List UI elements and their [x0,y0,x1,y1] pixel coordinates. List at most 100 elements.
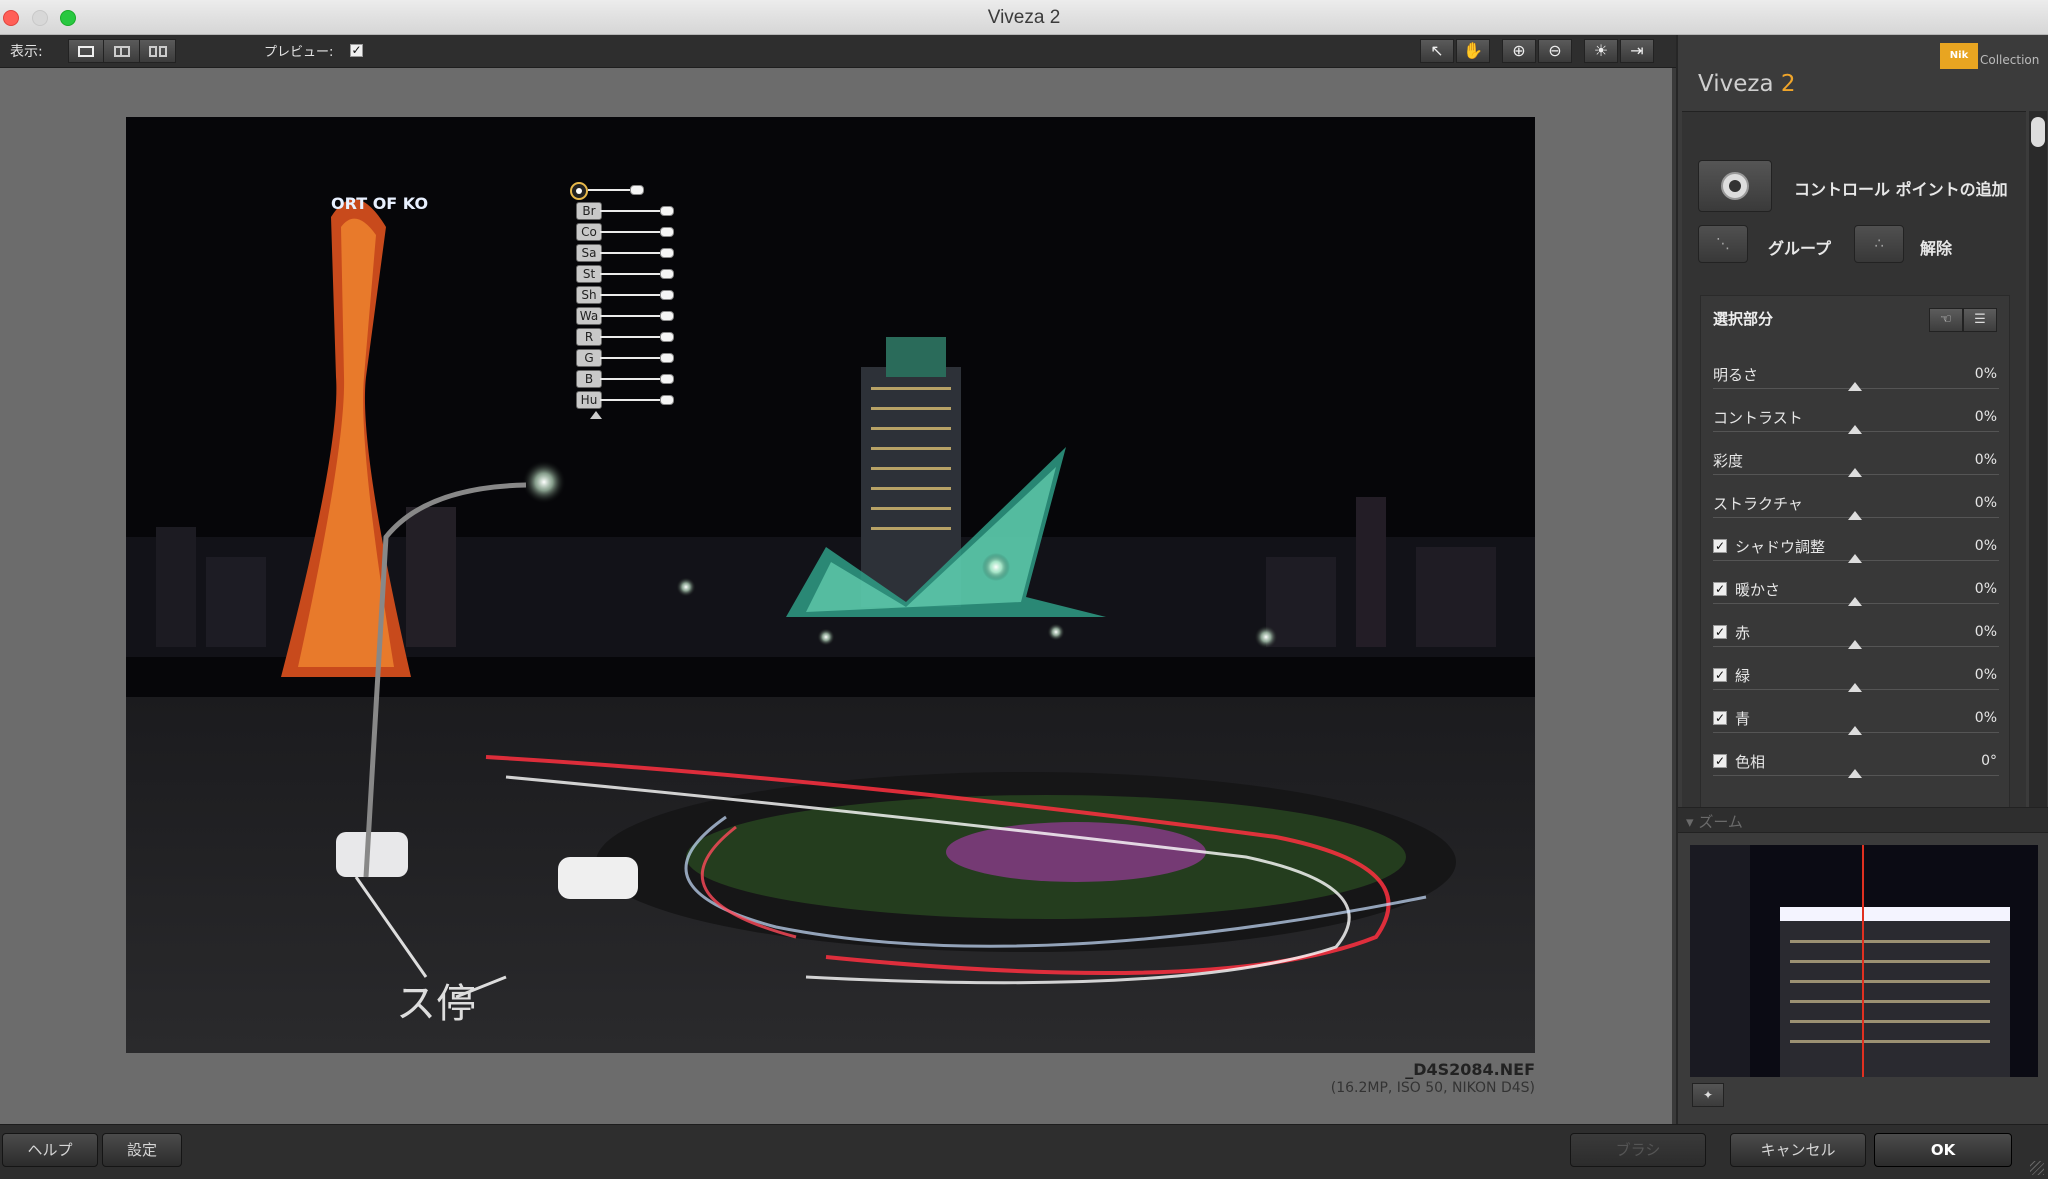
panel-scrollbar[interactable] [2029,111,2047,809]
side-by-side-view-button[interactable] [140,39,176,63]
adjust-slider-thumb[interactable] [1848,683,1862,692]
export-button[interactable]: ⇥ [1620,39,1654,63]
adjust-checkbox[interactable]: ✓ [1713,711,1727,725]
right-panel: Nik Collection Viveza 2 コントロール ポイントの追加 ⋱… [1676,35,2048,1124]
side-by-side-view-icon [148,45,167,57]
pointer-select-button[interactable]: ☜ [1929,308,1963,332]
adjust-slider-thumb[interactable] [1848,382,1862,391]
cp-slider-co[interactable]: Co [570,223,690,241]
adjust-slider-thumb[interactable] [1848,511,1862,520]
view-mode-group [68,39,176,63]
add-control-point-label: コントロール ポイントの追加 [1794,180,2008,199]
cp-slider-wa[interactable]: Wa [570,307,690,325]
cancel-button[interactable]: キャンセル [1730,1133,1866,1167]
adjust-blue: ✓ 青 0% [1713,704,1999,747]
plugin-version: 2 [1780,71,1796,97]
split-view-button[interactable] [104,39,140,63]
cp-slider-g[interactable]: G [570,349,690,367]
ok-button[interactable]: OK [1874,1133,2012,1167]
single-view-button[interactable] [68,39,104,63]
cp-slider-sa[interactable]: Sa [570,244,690,262]
adjust-checkbox[interactable]: ✓ [1713,539,1727,553]
preview-checkbox[interactable]: ✓ [350,44,363,57]
add-control-point-button[interactable] [1698,160,1772,212]
expand-arrow-icon[interactable] [590,411,602,419]
cp-line [600,273,664,275]
cp-knob[interactable] [660,311,674,321]
control-point-size-handle[interactable] [630,185,644,195]
adjust-slider-thumb[interactable] [1848,726,1862,735]
zoom-preview[interactable] [1690,845,2038,1077]
adjust-red: ✓ 赤 0% [1713,618,1999,661]
adjust-checkbox[interactable]: ✓ [1713,582,1727,596]
cp-slider-r[interactable]: R [570,328,690,346]
group-button[interactable]: ⋱ [1698,225,1748,263]
cp-label: Sa [576,244,602,262]
adjust-slider-thumb[interactable] [1848,554,1862,563]
adjust-slider-thumb[interactable] [1848,640,1862,649]
background-button[interactable]: ☀ [1584,39,1618,63]
svg-text:ス停: ス停 [396,981,476,1027]
cp-knob[interactable] [660,374,674,384]
pin-zoom-button[interactable]: ✦ [1692,1083,1724,1107]
cp-knob[interactable] [660,353,674,363]
brush-button[interactable]: ブラシ [1570,1133,1706,1167]
night-cityscape-image: ORT OF KO ス停 [126,117,1535,1053]
selection-tools: ☜ ☰ [1929,308,1997,332]
adjust-value: 0% [1974,452,1997,468]
window-title: Viveza 2 [987,7,1061,28]
help-button[interactable]: ヘルプ [2,1133,98,1167]
group-icon: ⋱ [1716,236,1730,252]
zoom-in-button[interactable]: ⊕ [1502,39,1536,63]
adjust-label: シャドウ調整 [1735,538,1826,556]
cp-knob[interactable] [660,227,674,237]
resize-grip-icon[interactable] [2030,1161,2044,1175]
cp-label: R [576,328,602,346]
ungroup-button[interactable]: ∴ [1854,225,1904,263]
adjust-contrast: コントラスト 0% [1713,403,1999,446]
adjust-slider-thumb[interactable] [1848,425,1862,434]
adjust-slider-thumb[interactable] [1848,769,1862,778]
cp-slider-sh[interactable]: Sh [570,286,690,304]
zoom-out-button[interactable]: ⊖ [1538,39,1572,63]
adjust-value: 0% [1974,538,1997,554]
photo-preview[interactable]: ORT OF KO ス停 Br Co Sa St Sh Wa R G B Hu [126,117,1535,1053]
hand-tool-button[interactable]: ✋ [1456,39,1490,63]
adjust-slider-thumb[interactable] [1848,597,1862,606]
zoom-out-icon: ⊖ [1548,41,1562,60]
adjust-checkbox[interactable]: ✓ [1713,625,1727,639]
file-meta: (16.2MP, ISO 50, NIKON D4S) [1330,1080,1535,1096]
list-select-button[interactable]: ☰ [1963,308,1997,332]
cp-knob[interactable] [660,269,674,279]
cp-slider-st[interactable]: St [570,265,690,283]
cp-knob[interactable] [660,395,674,405]
adjust-checkbox[interactable]: ✓ [1713,754,1727,768]
cp-knob[interactable] [660,248,674,258]
cp-knob[interactable] [660,206,674,216]
plugin-title: Viveza 2 [1698,71,1796,97]
adjust-label: 色相 [1735,753,1766,771]
zoom-label-text: ズーム [1698,813,1743,831]
control-point-target-icon[interactable] [570,182,588,200]
nik-collection-label: Collection [1980,53,2040,67]
cp-knob[interactable] [660,332,674,342]
zoom-section-header[interactable]: ▾ ズーム [1678,807,2048,833]
adjust-label: 赤 [1735,624,1751,642]
adjust-value: 0% [1974,409,1997,425]
pointer-icon: ☜ [1940,312,1952,327]
adjust-value: 0% [1974,624,1997,640]
adjust-value: 0% [1974,667,1997,683]
cp-slider-b[interactable]: B [570,370,690,388]
file-name: _D4S2084.NEF [1405,1060,1535,1079]
panel-scrollbar-thumb[interactable] [2031,117,2045,147]
adjust-checkbox[interactable]: ✓ [1713,668,1727,682]
zoom-in-icon: ⊕ [1512,41,1526,60]
preview-label: プレビュー: [264,45,334,60]
select-tool-button[interactable]: ↖ [1420,39,1454,63]
cp-slider-br[interactable]: Br [570,202,690,220]
cp-line [600,231,664,233]
cp-slider-hu[interactable]: Hu [570,391,690,409]
settings-button[interactable]: 設定 [102,1133,182,1167]
adjust-slider-thumb[interactable] [1848,468,1862,477]
cp-knob[interactable] [660,290,674,300]
